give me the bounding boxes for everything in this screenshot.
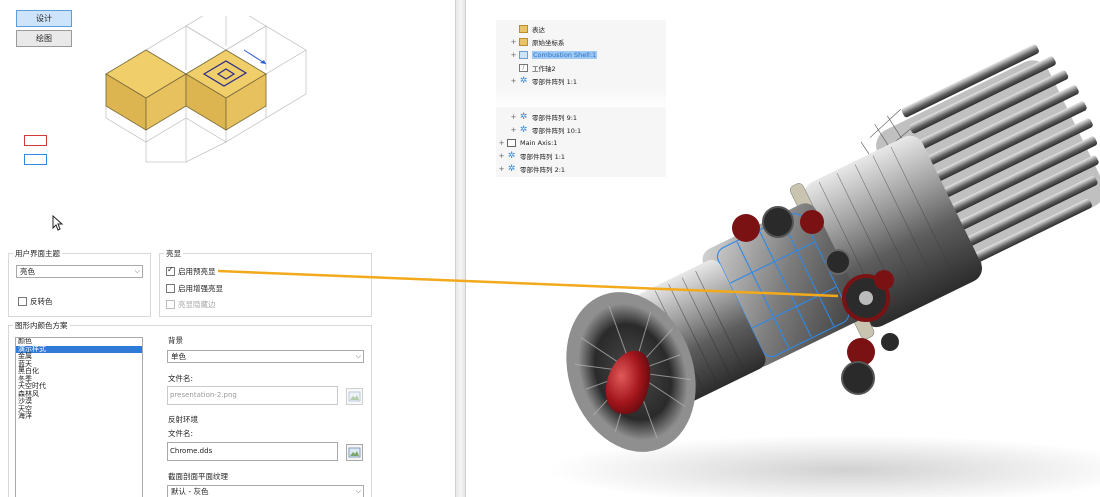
ui-theme-value: 亮色 [20, 267, 35, 276]
background-label: 背景 [168, 336, 183, 345]
expand-toggle[interactable]: + [510, 51, 517, 59]
reflection-file-label: 文件名: [168, 429, 194, 438]
tree-item-origin[interactable]: + 原始坐标系 [510, 36, 565, 48]
panel-splitter[interactable] [455, 0, 466, 497]
part-icon [519, 51, 528, 59]
design-tab[interactable]: 设计 [16, 10, 72, 27]
expand-toggle[interactable]: + [510, 113, 517, 121]
section-texture-dropdown[interactable]: 默认 - 灰色 ⌵ [167, 485, 364, 497]
folder-icon [519, 25, 528, 33]
picture-icon [348, 391, 361, 402]
tree-item-label: 原始坐标系 [532, 39, 565, 47]
checkbox-checked-icon[interactable] [166, 265, 175, 276]
chevron-down-icon: ⌵ [355, 352, 361, 360]
expand-toggle[interactable]: + [510, 38, 517, 46]
tree-item-label: 表达 [532, 26, 545, 34]
enable-enhanced-checkbox[interactable]: 启用增强亮显 [166, 283, 223, 294]
tree-item-label: 工作轴2 [532, 65, 556, 73]
color-scheme-item[interactable]: 海洋 [16, 412, 142, 421]
color-scheme-item[interactable]: 沙漠 [16, 397, 142, 406]
enable-preselect-label: 启用预亮显 [178, 267, 216, 276]
highlight-title: 亮显 [164, 248, 183, 259]
chevron-down-icon: ⌵ [134, 267, 140, 275]
color-scheme-item[interactable]: 黑白化 [16, 367, 142, 376]
expand-toggle[interactable]: + [510, 126, 517, 134]
mouse-pointer-icon [52, 215, 64, 231]
background-dropdown[interactable]: 单色 ⌵ [167, 350, 364, 363]
axis-icon: / [519, 64, 528, 72]
section-texture-label: 截面剖面平面纹理 [168, 472, 228, 481]
tree-item-label: 零部件阵列 9:1 [532, 114, 578, 122]
tree-item-label: Combustion Shell:1 [532, 51, 598, 59]
gear-icon: ✲ [507, 151, 516, 161]
checkbox-box[interactable] [166, 284, 175, 293]
tree-item-label: 零部件阵列 2:1 [520, 166, 566, 174]
tree-item-pattern-1[interactable]: + ✲ 零部件阵列 1:1 [510, 75, 577, 87]
background-value: 单色 [171, 352, 186, 361]
ui-theme-title: 用户界面主题 [13, 248, 62, 259]
browse-image-button [346, 388, 363, 405]
ui-theme-group [8, 253, 151, 317]
reflection-label: 反射环境 [168, 415, 198, 424]
tree-item-label: 零部件阵列 10:1 [532, 127, 582, 135]
background-file-label: 文件名: [168, 374, 194, 383]
color-scheme-list[interactable]: 颜色 演示样式 金属 蓝天 黑白化 冬季 天空时代 森林风 沙漠 天空 海洋 [15, 337, 143, 497]
reverse-color-label: 反转色 [30, 297, 53, 306]
color-scheme-title: 图形内颜色方案 [13, 320, 70, 331]
gear-icon: ✲ [507, 164, 516, 174]
3d-graphics-window[interactable]: 表达 + 原始坐标系 + Combustion Shell:1 / 工作轴2 +… [466, 0, 1100, 497]
expand-toggle[interactable]: + [498, 152, 505, 160]
color-scheme-item[interactable]: 天空 [16, 405, 142, 414]
checkbox-box [166, 300, 175, 309]
color-scheme-item[interactable]: 演示样式 [16, 345, 142, 353]
tree-item-work-axis[interactable]: / 工作轴2 [510, 62, 556, 74]
enable-preselect-checkbox[interactable]: 启用预亮显 [166, 265, 216, 277]
ui-theme-dropdown[interactable]: 亮色 ⌵ [16, 265, 143, 278]
folder-icon [519, 38, 528, 46]
background-file-field: presentation-2.png [167, 386, 338, 405]
section-texture-value: 默认 - 灰色 [171, 487, 209, 496]
selection-preview-diagram [105, 16, 307, 163]
expand-toggle[interactable]: + [510, 77, 517, 85]
color-scheme-item[interactable]: 森林风 [16, 390, 142, 399]
hidden-edges-label: 亮显隐藏边 [178, 300, 216, 309]
hidden-edges-checkbox: 亮显隐藏边 [166, 299, 216, 310]
gear-icon: ✲ [519, 112, 528, 122]
picture-icon [348, 447, 361, 458]
color-scheme-item[interactable]: 金属 [16, 352, 142, 361]
reverse-color-checkbox[interactable]: 反转色 [18, 296, 53, 307]
reflection-file-field[interactable]: Chrome.dds [167, 442, 338, 461]
enable-enhanced-label: 启用增强亮显 [178, 284, 223, 293]
tree-item-combustion-shell[interactable]: + Combustion Shell:1 [510, 49, 598, 61]
gear-icon: ✲ [519, 76, 528, 86]
assembly-icon [507, 139, 516, 147]
gear-icon: ✲ [519, 125, 528, 135]
tree-item-label: 零部件阵列 1:1 [520, 153, 566, 161]
red-legend-swatch [24, 135, 47, 146]
application-options-panel: 设计 绘图 用户界面主题 亮色 ⌵ 反转色 亮显 ✓ 启用预亮显 启用增强亮显 … [0, 0, 455, 497]
model-browser-tree[interactable]: 表达 + 原始坐标系 + Combustion Shell:1 / 工作轴2 +… [496, 20, 666, 178]
tree-item-label: 零部件阵列 1:1 [532, 78, 578, 86]
chevron-down-icon: ⌵ [355, 487, 361, 495]
tree-item-label: Main Axis:1 [520, 139, 558, 147]
tree-item-pattern-9[interactable]: + ✲ 零部件阵列 9:1 [510, 111, 577, 123]
drawing-tab[interactable]: 绘图 [16, 30, 72, 47]
expand-toggle[interactable]: + [498, 139, 505, 147]
tree-item-main-axis[interactable]: + Main Axis:1 [498, 137, 557, 149]
tree-item-pattern-1b[interactable]: + ✲ 零部件阵列 1:1 [498, 150, 565, 162]
tree-item-representations[interactable]: 表达 [510, 23, 545, 35]
expand-toggle[interactable]: + [498, 165, 505, 173]
blue-legend-swatch [24, 154, 47, 165]
browse-reflection-button[interactable] [346, 444, 363, 461]
checkbox-box[interactable] [18, 297, 27, 306]
tree-item-pattern-10[interactable]: + ✲ 零部件阵列 10:1 [510, 124, 582, 136]
tree-item-pattern-2[interactable]: + ✲ 零部件阵列 2:1 [498, 163, 565, 175]
